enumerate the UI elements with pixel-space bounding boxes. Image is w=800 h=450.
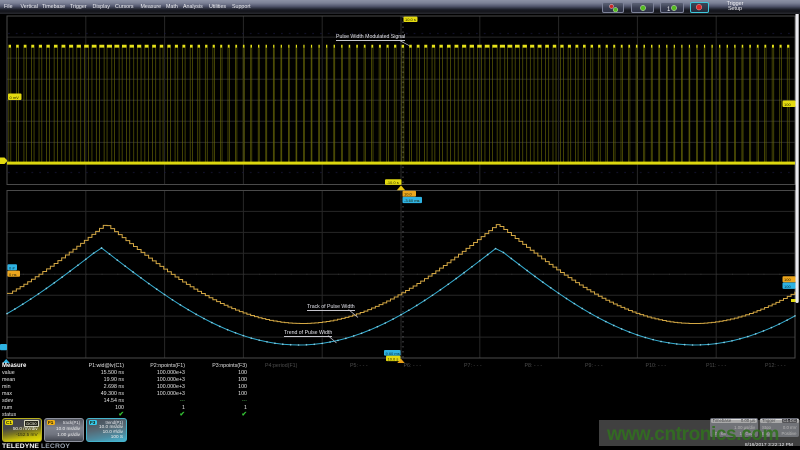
svg-text:0 #: 0 # (9, 265, 15, 270)
svg-text:100: 100 (784, 277, 791, 282)
svg-text:10.0 s: 10.0 s (405, 17, 416, 22)
svg-text:100: 100 (784, 102, 791, 107)
svg-text:0 mV: 0 mV (10, 95, 20, 100)
svg-text:0 ns: 0 ns (9, 272, 17, 277)
svg-text:100: 100 (784, 284, 791, 289)
svg-text:1: 1 (667, 7, 671, 13)
svg-text:10.0 s: 10.0 s (388, 356, 399, 361)
svg-text:-3.60 ms: -3.60 ms (404, 198, 420, 203)
svg-text:9.60 ms: 9.60 ms (386, 351, 400, 356)
svg-text:10.0: 10.0 (404, 192, 413, 197)
svg-text:-10.0 s: -10.0 s (387, 180, 399, 185)
